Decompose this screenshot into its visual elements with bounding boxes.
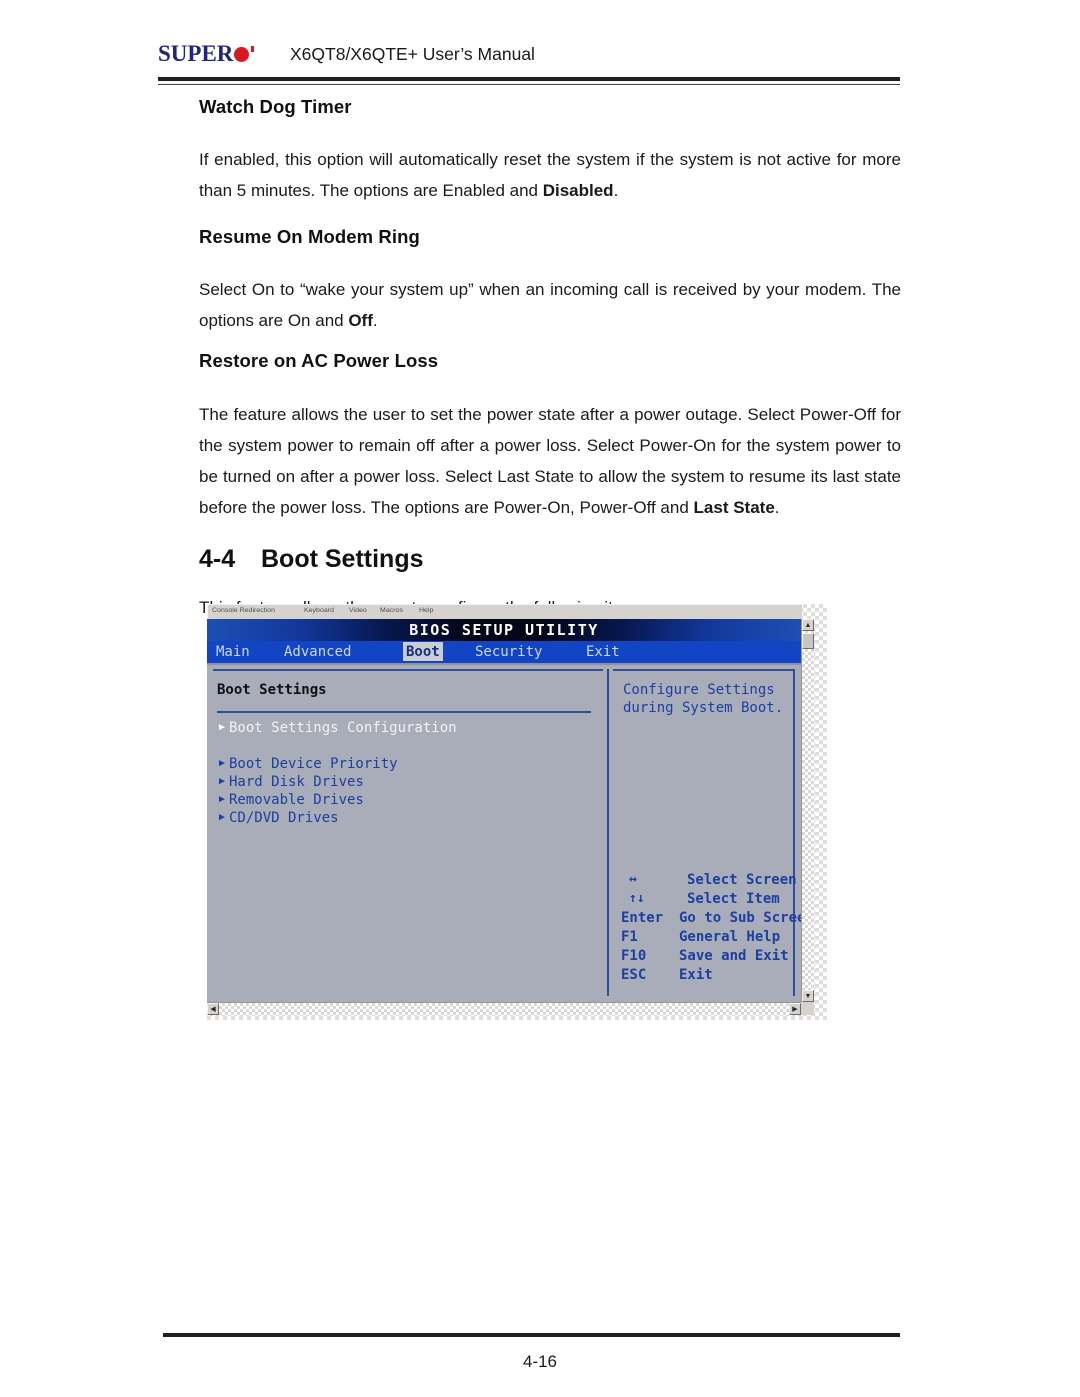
section-number: 4-4 — [199, 544, 236, 573]
bios-menu-item-removable-drives[interactable]: ► Removable Drives — [217, 791, 457, 809]
scroll-down-arrow-icon[interactable]: ▼ — [802, 990, 814, 1002]
heading-watch-dog-timer: Watch Dog Timer — [199, 96, 352, 117]
bios-key-legend: ↔ Select Screen ↑↓ Select Item Enter Go … — [621, 870, 801, 984]
heading-restore-on-ac-power-loss: Restore on AC Power Loss — [199, 350, 439, 372]
bios-menu-item-hard-disk-drives[interactable]: ► Hard Disk Drives — [217, 773, 457, 791]
paragraph-resume-on-modem-ring: Select On to “wake your system up” when … — [199, 274, 901, 336]
bios-menu-spacer — [217, 737, 457, 755]
scrollbar-corner — [801, 1002, 814, 1015]
heading-resume-on-modem-ring: Resume On Modem Ring — [199, 226, 420, 248]
triangle-right-icon: ► — [217, 794, 227, 805]
bios-setup-screenshot-figure: Console Redirection Keyboard Video Macro… — [207, 604, 827, 1020]
bios-menu-label: Boot Device Priority — [229, 756, 398, 772]
paragraph-restore-on-ac-power-loss: The feature allows the user to set the p… — [199, 399, 901, 523]
legend-row-f1: F1 General Help — [621, 927, 801, 946]
bios-tab-boot[interactable]: Boot — [403, 642, 443, 661]
arrow-up-down-icon: ↑↓ — [629, 891, 645, 906]
bios-left-panel: Boot Settings ► Boot Settings Configurat… — [213, 669, 603, 996]
para2-text-b: Off — [348, 311, 373, 331]
legend-label: General Help — [679, 928, 781, 945]
triangle-right-icon: ► — [217, 812, 227, 823]
page-number: 4-16 — [522, 1352, 558, 1371]
bios-screen: BIOS SETUP UTILITY Main Advanced Boot Se… — [207, 619, 801, 1002]
legend-label: Go to Sub Screen — [679, 909, 801, 926]
para3-text-c: . — [774, 497, 780, 517]
para1-text-b: Disabled — [542, 181, 614, 201]
bios-menu-label: Boot Settings Configuration — [229, 720, 457, 736]
bios-menu-list: ► Boot Settings Configuration ► Boot Dev… — [217, 719, 457, 827]
bios-tab-security[interactable]: Security — [472, 642, 545, 661]
scroll-up-arrow-icon[interactable]: ▲ — [802, 619, 814, 631]
bios-panel-title: Boot Settings — [217, 682, 327, 698]
bios-tab-exit[interactable]: Exit — [583, 642, 623, 661]
console-menu-item-console-redirection[interactable]: Console Redirection — [212, 607, 275, 614]
console-menu-item-help[interactable]: Help — [419, 607, 433, 614]
legend-row-select-screen: ↔ Select Screen — [621, 870, 801, 889]
scroll-left-arrow-icon[interactable]: ◀ — [207, 1003, 219, 1015]
console-menu-item-video[interactable]: Video — [349, 607, 367, 614]
legend-key-enter: Enter — [621, 909, 664, 926]
legend-row-esc: ESC Exit — [621, 965, 801, 984]
logo-wordmark: SUPER — [158, 41, 234, 66]
legend-key-f10: F10 — [621, 947, 647, 964]
legend-row-enter: Enter Go to Sub Screen — [621, 908, 801, 927]
para3-text-a: The feature allows the user to set the p… — [199, 404, 901, 517]
para1-text-c: . — [613, 181, 619, 201]
paragraph-watch-dog-timer: If enabled, this option will automatical… — [199, 144, 901, 206]
bios-tab-bar: Main Advanced Boot Security Exit — [207, 641, 801, 665]
scroll-right-arrow-icon[interactable]: ▶ — [789, 1003, 801, 1015]
section-heading-boot-settings: 4-4 Boot Settings — [199, 545, 901, 574]
para2-text-c: . — [372, 311, 378, 331]
supermicro-logo: SUPER — [158, 41, 255, 66]
vertical-scrollbar-thumb[interactable] — [802, 633, 814, 649]
bios-panel-vertical-divider — [607, 669, 609, 996]
legend-key-esc: ESC — [621, 966, 647, 983]
page-header: SUPER X6QT8/X6QTE+ User’s Manual — [158, 42, 900, 76]
para2-text-a: Select On to “wake your system up” when … — [199, 280, 901, 331]
console-menu-item-keyboard[interactable]: Keyboard — [304, 607, 334, 614]
header-rule-thick — [158, 77, 900, 81]
page-content: Watch Dog Timer If enabled, this option … — [199, 96, 901, 623]
logo-red-dot-icon — [234, 47, 250, 62]
manual-title: X6QT8/X6QTE+ User’s Manual — [290, 44, 535, 64]
logo-tick-icon — [251, 46, 255, 52]
bios-help-line-1: Configure Settings — [623, 682, 775, 698]
legend-row-select-item: ↑↓ Select Item — [621, 889, 801, 908]
bios-menu-item-boot-device-priority[interactable]: ► Boot Device Priority — [217, 755, 457, 773]
legend-row-f10: F10 Save and Exit — [621, 946, 801, 965]
console-menu-item-macros[interactable]: Macros — [380, 607, 403, 614]
triangle-right-icon: ► — [217, 758, 227, 769]
bios-titlebar: BIOS SETUP UTILITY — [207, 619, 801, 641]
legend-key-f1: F1 — [621, 928, 638, 945]
bios-menu-label: Hard Disk Drives — [229, 774, 364, 790]
bios-menu-item-cd-dvd-drives[interactable]: ► CD/DVD Drives — [217, 809, 457, 827]
legend-label: Select Item — [687, 890, 780, 907]
footer-rule — [163, 1333, 900, 1337]
arrow-left-right-icon: ↔ — [629, 872, 637, 887]
triangle-right-icon: ► — [217, 722, 227, 733]
vertical-scrollbar[interactable]: ▲ ▼ — [801, 619, 815, 1002]
bios-help-text: Configure Settings during System Boot. — [623, 681, 783, 717]
bios-body: Boot Settings ► Boot Settings Configurat… — [207, 665, 801, 1002]
bios-panel-divider-rule — [217, 711, 591, 713]
bios-help-panel: Configure Settings during System Boot. ↔… — [613, 669, 801, 996]
bios-menu-label: CD/DVD Drives — [229, 810, 339, 826]
bios-menu-label: Removable Drives — [229, 792, 364, 808]
para3-text-b: Last State — [693, 497, 775, 517]
bios-tab-advanced[interactable]: Advanced — [281, 642, 354, 661]
bios-help-line-2: during System Boot. — [623, 700, 784, 716]
bios-title: BIOS SETUP UTILITY — [409, 621, 599, 639]
bios-menu-item-boot-settings-configuration[interactable]: ► Boot Settings Configuration — [217, 719, 457, 737]
header-rule-thin — [158, 84, 900, 85]
legend-label: Save and Exit — [679, 947, 789, 964]
triangle-right-icon: ► — [217, 776, 227, 787]
horizontal-scrollbar[interactable]: ◀ ▶ — [207, 1002, 801, 1016]
legend-label: Exit — [679, 966, 713, 983]
section-title: Boot Settings — [261, 544, 424, 573]
legend-label: Select Screen — [687, 871, 797, 888]
bios-tab-main[interactable]: Main — [213, 642, 253, 661]
